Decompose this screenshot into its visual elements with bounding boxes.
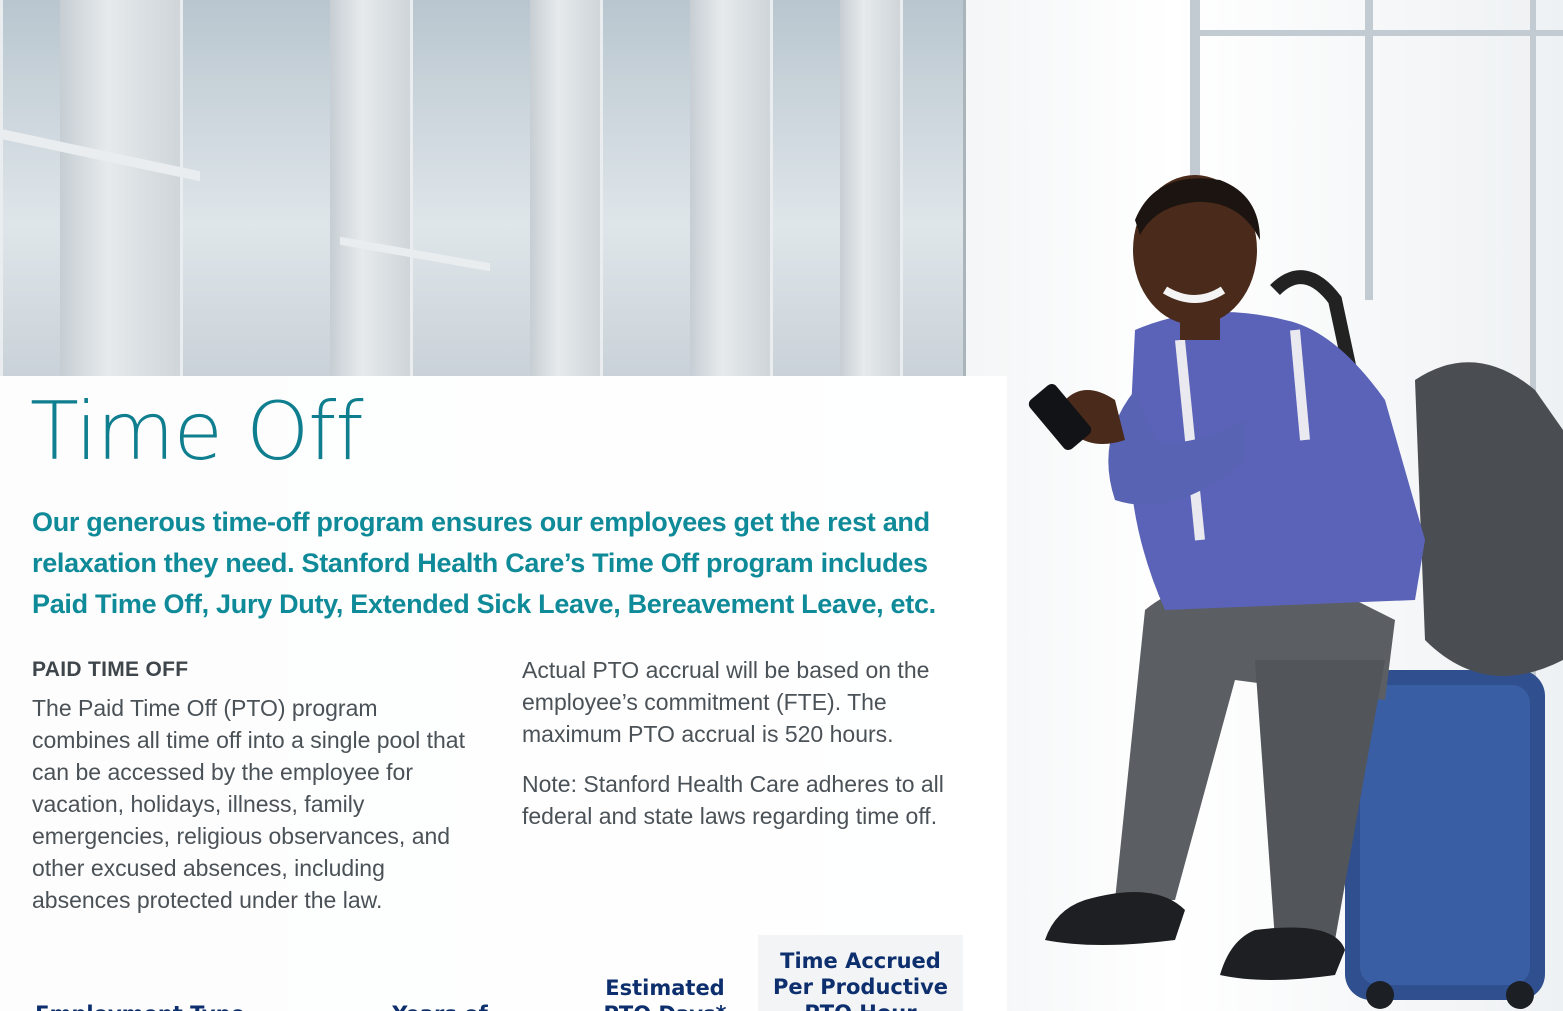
page-title: Time Off: [30, 385, 364, 478]
window-pane: [600, 0, 696, 376]
window-pane: [900, 0, 966, 376]
pto-description: The Paid Time Off (PTO) program combines…: [32, 695, 465, 913]
header-estimated-pto-days: Estimated PTO Days*: [603, 976, 726, 1011]
header-employment-type: Employment Type: [20, 1001, 260, 1011]
intro-text: Our generous time-off program ensures ou…: [32, 507, 936, 619]
header-years-of-service: Years of Service: [350, 1001, 530, 1011]
pillar: [60, 0, 180, 376]
window-pane: [410, 0, 536, 376]
pto-accrual-text: Actual PTO accrual will be based on the …: [522, 657, 930, 747]
suitcase-panel: [1360, 685, 1530, 985]
frame-line: [1190, 30, 1563, 36]
suitcase-wheel: [1366, 981, 1394, 1009]
section-heading-paid-time-off: PAID TIME OFF: [32, 658, 189, 681]
header-time-accrued: Time Accrued Per Productive PTO Hour: [772, 949, 949, 1011]
backpack: [1415, 362, 1563, 676]
neck: [1180, 310, 1220, 340]
pillar: [330, 0, 410, 376]
window-pane: [0, 0, 66, 376]
pto-table-header: Employment Type Years of Service Estimat…: [0, 935, 1007, 1011]
suitcase-wheel: [1506, 981, 1534, 1009]
man-with-phone-on-suitcase-image: [1028, 175, 1563, 1009]
pillar: [530, 0, 600, 376]
window-pane: [770, 0, 846, 376]
shoe: [1045, 892, 1185, 945]
pto-column-left: PAID TIME OFF The Paid Time Off (PTO) pr…: [32, 654, 472, 934]
shoe: [1220, 927, 1345, 980]
pto-note-text: Note: Stanford Health Care adheres to al…: [522, 771, 944, 829]
pillar: [690, 0, 770, 376]
pillar: [840, 0, 900, 376]
pto-column-right: Actual PTO accrual will be based on the …: [522, 654, 967, 850]
window-pane: [180, 0, 336, 376]
